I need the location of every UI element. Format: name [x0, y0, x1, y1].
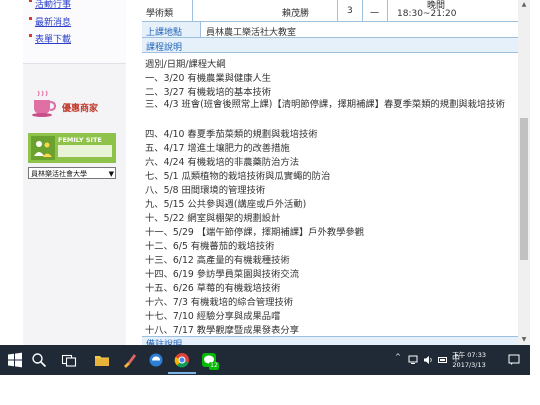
syllabus-line: 八、5/8 田間環境的管理技術	[145, 185, 266, 196]
volume-icon[interactable]	[423, 355, 433, 365]
browser-page: 活動行事 最新消息 表單下載 優惠商家 FEMILY SITE 員林樂活社會大學…	[0, 0, 540, 345]
file-explorer-icon[interactable]	[94, 352, 110, 368]
divider	[200, 22, 201, 38]
windows-start-icon[interactable]	[7, 352, 23, 368]
chevron-down-icon: ▼	[108, 170, 114, 178]
course-credits: 3	[347, 6, 353, 16]
task-view-icon[interactable]	[61, 352, 77, 368]
course-description-header: 課程說明	[142, 38, 518, 53]
search-icon[interactable]	[31, 352, 47, 368]
syllabus-line: 三、4/3 班會(班會後照常上課)【清明節停課，擇期補課】春夏季菜類的規劃與栽培…	[145, 99, 505, 110]
femily-site-label: FEMILY SITE	[58, 136, 102, 144]
syllabus-line: 十四、6/19 參訪學員菜園與技術交流	[145, 269, 299, 280]
notes-title: 備註說明	[146, 340, 183, 345]
network-icon[interactable]	[408, 355, 418, 365]
edge-browser-icon[interactable]	[148, 352, 164, 368]
syllabus-line: 週別/日期/課程大綱	[145, 59, 226, 70]
syllabus-line: 五、4/17 增進土壤肥力的改善措施	[145, 143, 290, 154]
divider	[362, 0, 363, 22]
syllabus-line: 九、5/15 公共參與週(講座或戶外活動)	[145, 199, 307, 210]
system-clock[interactable]: 下午 07:33 2017/3/13	[452, 350, 486, 370]
syllabus-line: 十六、7/3 有機栽培的綜合管理技術	[145, 297, 294, 308]
sidebar: 活動行事 最新消息 表單下載 優惠商家 FEMILY SITE 員林樂活社會大學…	[23, 0, 126, 345]
syllabus-line: 十八、7/17 教學觀摩暨成果發表分享	[145, 325, 299, 336]
course-dash: 一	[370, 9, 380, 19]
sidebar-link-news[interactable]: 最新消息	[29, 15, 71, 28]
family-logo-icon	[31, 136, 55, 160]
paint-icon[interactable]	[121, 352, 137, 368]
course-category: 學術類	[146, 9, 174, 19]
syllabus-line: 十二、6/5 有機蕃茄的栽培技術	[145, 241, 275, 252]
windows-taskbar: 12 ^ 中 下午 07:33 2017/3/13	[0, 345, 530, 375]
course-time-range: 18:30~21:20	[397, 9, 457, 19]
active-app-indicator	[168, 372, 196, 374]
syllabus-line: 二、3/27 有機栽培的基本技術	[145, 87, 272, 98]
tray-expand-icon[interactable]: ^	[395, 353, 401, 361]
vertical-scrollbar[interactable]: ▲ ▼	[518, 0, 530, 345]
syllabus-line: 六、4/24 有機栽培的非農藥防治方法	[145, 157, 299, 168]
bullet-icon	[29, 0, 32, 2]
scroll-up-arrow-icon[interactable]: ▲	[518, 0, 530, 10]
promo-label: 優惠商家	[62, 104, 99, 114]
battery-icon[interactable]	[438, 355, 448, 365]
sidebar-link-activities[interactable]: 活動行事	[29, 0, 71, 10]
scrollbar-thumb[interactable]	[520, 118, 528, 260]
syllabus-line: 七、5/1 瓜類植物的栽培技術與瓜實蠅的防治	[145, 171, 331, 182]
action-center-icon[interactable]	[508, 354, 520, 366]
syllabus-line: 十三、6/12 高產量的有機栽種技術	[145, 255, 290, 266]
divider	[192, 0, 193, 22]
syllabus-line: 四、4/10 春夏季茄菜類的規劃與栽培技術	[145, 129, 318, 140]
femily-site-banner[interactable]: FEMILY SITE	[28, 133, 116, 163]
course-info-row: 學術類 賴茂勝 3 一 晚間 18:30~21:20	[142, 0, 518, 22]
course-description-title: 課程說明	[146, 43, 183, 53]
syllabus-line: 十一、5/29 【端午節停課，擇期補課】戶外教學參觀	[145, 227, 365, 238]
site-select-dropdown[interactable]: 員林樂活社會大學 ▼	[28, 167, 116, 179]
syllabus-line: 十五、6/26 草莓的有機栽培技術	[145, 283, 281, 294]
notes-header: 備註說明	[142, 336, 518, 345]
sidebar-menu: 活動行事 最新消息 表單下載	[23, 0, 126, 64]
location-value: 員林農工樂活社大教室	[206, 28, 297, 38]
syllabus-line: 一、3/20 有機農業與健康人生	[145, 73, 272, 84]
location-row: 上課地點 員林農工樂活社大教室	[142, 22, 518, 38]
syllabus-line: 十、5/22 網室與棚架的規劃設計	[145, 213, 281, 224]
syllabus-line: 十七、7/10 經驗分享與成果品嚐	[145, 311, 281, 322]
location-label: 上課地點	[146, 28, 183, 38]
divider	[387, 0, 388, 22]
scroll-down-arrow-icon[interactable]: ▼	[518, 335, 530, 345]
coffee-cup-icon	[32, 90, 57, 117]
site-select-value: 員林樂活社會大學	[31, 170, 87, 178]
notification-badge: 12	[209, 362, 219, 370]
divider	[337, 0, 338, 22]
course-teacher: 賴茂勝	[282, 9, 310, 19]
clock-time: 下午 07:33	[452, 351, 486, 359]
sidebar-link-downloads[interactable]: 表單下載	[29, 32, 71, 45]
bullet-icon	[29, 34, 32, 37]
chrome-browser-icon[interactable]	[174, 352, 190, 368]
bullet-icon	[29, 17, 32, 20]
clock-date: 2017/3/13	[452, 361, 486, 369]
femily-site-thumbnail	[58, 145, 112, 157]
promo-merchants-banner[interactable]: 優惠商家	[30, 90, 120, 120]
